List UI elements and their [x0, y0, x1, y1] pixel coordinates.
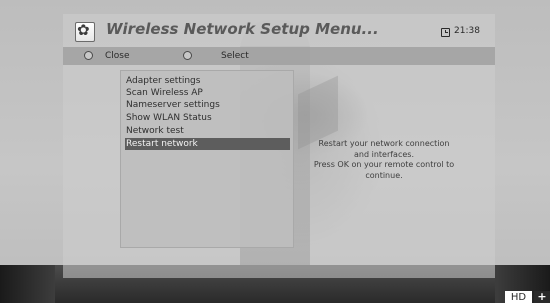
- menu-item-network-test[interactable]: Network test: [125, 125, 290, 137]
- close-button-indicator-icon[interactable]: [84, 51, 93, 60]
- select-button[interactable]: Select: [221, 51, 249, 61]
- select-button-indicator-icon[interactable]: [183, 51, 192, 60]
- clock-time: 21:38: [454, 26, 480, 36]
- menu-item-restart-network[interactable]: Restart network: [125, 138, 290, 150]
- menu-item-nameserver-settings[interactable]: Nameserver settings: [125, 99, 290, 111]
- gear-icon: [75, 21, 95, 42]
- menu-item-adapter-settings[interactable]: Adapter settings: [125, 75, 290, 87]
- description-line: Restart your network connection: [318, 139, 450, 148]
- plus-badge: +: [534, 291, 550, 303]
- hd-badge: HD: [505, 291, 532, 303]
- close-button[interactable]: Close: [105, 51, 130, 61]
- description-line: and interfaces.: [354, 149, 414, 159]
- window-title: Wireless Network Setup Menu...: [106, 20, 379, 38]
- clock-icon: [441, 28, 450, 37]
- menu-item-scan-wireless-ap[interactable]: Scan Wireless AP: [125, 87, 290, 99]
- menu-item-show-wlan-status[interactable]: Show WLAN Status: [125, 112, 290, 124]
- description-line: continue.: [365, 170, 403, 180]
- item-description: Restart your network connection and inte…: [300, 139, 468, 181]
- description-line: Press OK on your remote control to: [313, 160, 455, 169]
